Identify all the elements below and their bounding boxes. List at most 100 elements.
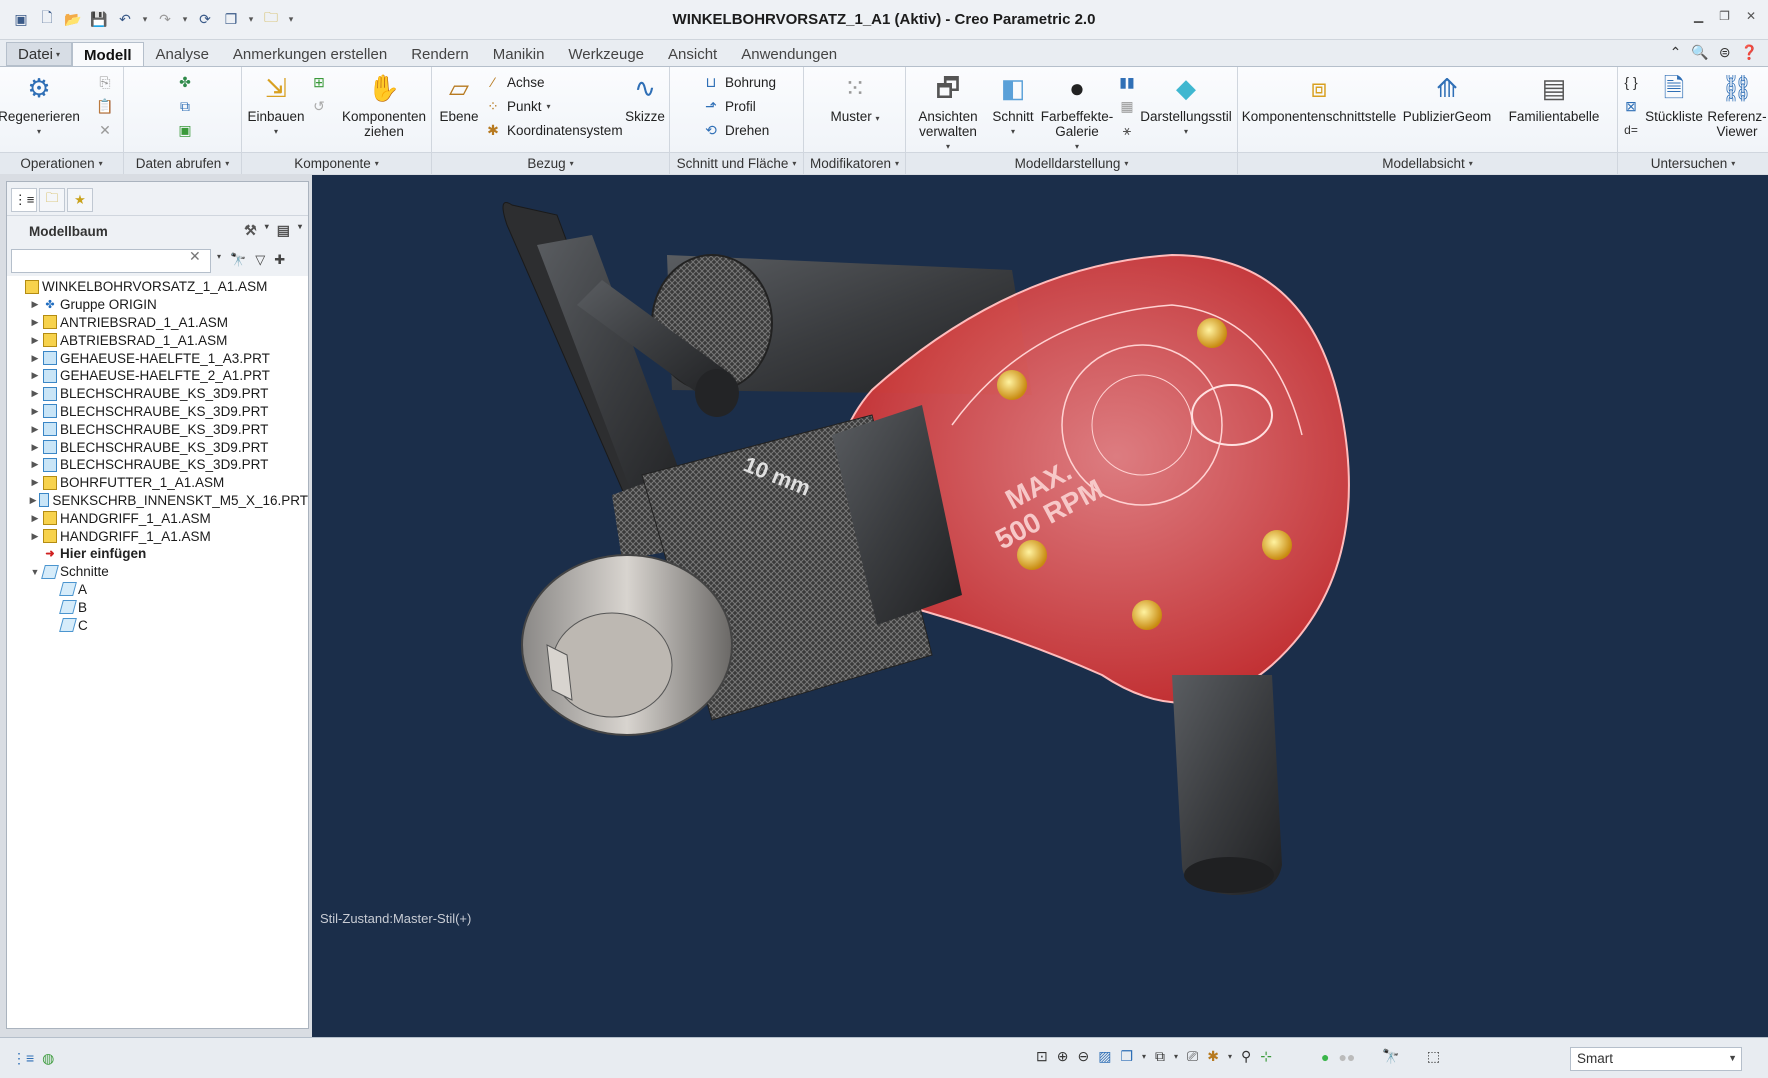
expand-icon[interactable]: ▶ <box>29 513 41 524</box>
modelldarstellung-footer[interactable]: Modelldarstellung ▾ <box>906 152 1237 174</box>
untersuchen-footer[interactable]: Untersuchen ▾ <box>1618 152 1768 174</box>
stueckliste-button[interactable]: 🗎 Stückliste <box>1644 71 1704 125</box>
expand-icon[interactable]: ▶ <box>29 335 41 346</box>
zoom-in-icon[interactable]: ⊕ <box>1057 1048 1069 1065</box>
close-icon[interactable]: ✕ <box>1746 9 1756 23</box>
tab-modell[interactable]: Modell <box>72 42 144 68</box>
paste-button[interactable]: 📋 <box>96 97 114 115</box>
filter-icon[interactable]: ▽ <box>255 252 265 268</box>
tab-manikin[interactable]: Manikin <box>481 42 557 66</box>
bohrung-button[interactable]: ⊔ Bohrung <box>702 73 777 91</box>
profil-button[interactable]: ⬏ Profil <box>702 97 756 115</box>
tree-item[interactable]: ▶ ANTRIEBSRAD_1_A1.ASM <box>7 314 308 332</box>
chevron-down-icon[interactable]: ▾ <box>1228 1052 1232 1061</box>
chevron-down-icon[interactable]: ▾ <box>1174 1052 1178 1061</box>
publiziergeom-button[interactable]: ⟰ PublizierGeom <box>1402 71 1492 125</box>
tree-item[interactable]: ▼ Schnitte <box>7 563 308 581</box>
expand-icon[interactable]: ▶ <box>29 459 41 470</box>
parameters-button[interactable]: ⊠ <box>1622 97 1640 115</box>
find-icon[interactable]: 🔭 <box>1382 1048 1399 1065</box>
display-icon-2-button[interactable]: ▦ <box>1118 97 1136 115</box>
display-style-icon[interactable]: ❒ <box>1120 1048 1133 1065</box>
create-component-button[interactable]: ⊞ <box>310 73 328 91</box>
expand-icon[interactable]: ▶ <box>29 442 41 453</box>
expand-icon[interactable]: ▶ <box>29 406 41 417</box>
graphics-window[interactable]: MAX. 500 RPM 10 mm Stil-Zustand:Master-S… <box>312 175 1768 1037</box>
expand-icon[interactable]: ▶ <box>29 370 41 381</box>
einbauen-button[interactable]: ⇲ Einbauen ▾ <box>246 71 306 139</box>
tree-item[interactable]: ➜ Hier einfügen <box>7 545 308 563</box>
tree-item[interactable]: A <box>7 581 308 599</box>
tree-item[interactable]: ▶ SENKSCHRB_INNENSKT_M5_X_16.PRT <box>7 492 308 510</box>
toggle-navigator-icon[interactable]: ⋮≡ <box>12 1050 34 1067</box>
tree-item[interactable]: B <box>7 598 308 616</box>
add-icon[interactable]: ✚ <box>274 252 285 268</box>
drehen-button[interactable]: ⟲ Drehen <box>702 121 769 139</box>
show-icon[interactable]: ▤ <box>277 222 290 239</box>
copy-button[interactable]: ⎘ <box>96 73 114 91</box>
chevron-down-icon[interactable]: ▾ <box>298 222 302 239</box>
repeat-button[interactable]: ↺ <box>310 97 328 115</box>
tree-item[interactable]: ▶ ✤ Gruppe ORIGIN <box>7 296 308 314</box>
schnitt-und-flaeche-footer[interactable]: Schnitt und Fläche ▾ <box>670 152 803 174</box>
favorites-tab-icon[interactable]: ★ <box>67 188 93 212</box>
chevron-down-icon[interactable]: ▾ <box>1142 1052 1146 1061</box>
chevron-down-icon[interactable]: ▾ <box>217 252 221 268</box>
komponenten-ziehen-button[interactable]: ✋ Komponenten ziehen <box>338 71 430 140</box>
tab-anwendungen[interactable]: Anwendungen <box>729 42 849 66</box>
komponente-footer[interactable]: Komponente ▾ <box>242 152 431 174</box>
minimize-icon[interactable]: ▁ <box>1694 9 1703 23</box>
achse-button[interactable]: ⁄ Achse <box>484 73 545 91</box>
delete-button[interactable]: ✕ <box>96 121 114 139</box>
clear-search-icon[interactable]: ✕ <box>189 248 201 265</box>
tab-ansicht[interactable]: Ansicht <box>656 42 729 66</box>
binoculars-icon[interactable]: 🔭 <box>230 252 246 268</box>
selection-filter-select[interactable]: Smart ▼ <box>1570 1047 1742 1071</box>
zoom-out-icon[interactable]: ⊖ <box>1077 1048 1089 1065</box>
tab-werkzeuge[interactable]: Werkzeuge <box>556 42 656 66</box>
model-canvas[interactable]: MAX. 500 RPM 10 mm <box>312 175 1768 1037</box>
modifikatoren-footer[interactable]: Modifikatoren ▾ <box>804 152 905 174</box>
toggle-browser-icon[interactable]: ◍ <box>42 1050 54 1067</box>
model-tree-tab-icon[interactable]: ⋮≡ <box>11 188 37 212</box>
community-icon[interactable]: ⊜ <box>1719 44 1731 61</box>
selection-box-icon[interactable]: ⬚ <box>1427 1048 1440 1065</box>
ansichten-verwalten-button[interactable]: 🗗 Ansichten verwalten ▾ <box>910 71 986 154</box>
folder-browser-tab-icon[interactable]: 🗀 <box>39 188 65 212</box>
collapse-ribbon-icon[interactable]: ⌃ <box>1670 44 1682 61</box>
relations-button[interactable]: { } <box>1622 73 1640 91</box>
expand-icon[interactable]: ▶ <box>29 317 41 328</box>
copy-geometry-button[interactable]: ▣ <box>176 121 194 139</box>
expand-icon[interactable]: ▶ <box>29 299 41 310</box>
skizze-button[interactable]: ∿ Skizze <box>622 71 668 125</box>
tree-settings-icon[interactable]: ⚒ <box>244 222 257 239</box>
tree-item[interactable]: ▶ HANDGRIFF_1_A1.ASM <box>7 527 308 545</box>
search-icon[interactable]: 🔍 <box>1691 44 1708 61</box>
restore-icon[interactable]: ❐ <box>1719 9 1730 23</box>
schnitt-button[interactable]: ◧ Schnitt ▾ <box>988 71 1038 139</box>
tree-item[interactable]: ▶ BLECHSCHRAUBE_KS_3D9.PRT <box>7 403 308 421</box>
tree-item[interactable]: ▶ GEHAEUSE-HAELFTE_2_A1.PRT <box>7 367 308 385</box>
tree-item[interactable]: C <box>7 616 308 634</box>
saved-views-icon[interactable]: ⧉ <box>1155 1048 1165 1065</box>
tree-item[interactable]: ▶ BLECHSCHRAUBE_KS_3D9.PRT <box>7 385 308 403</box>
tree-item[interactable]: ▶ GEHAEUSE-HAELFTE_1_A3.PRT <box>7 349 308 367</box>
perspective-button[interactable]: ⚹ <box>1118 121 1136 139</box>
tab-anmerkungen-erstellen[interactable]: Anmerkungen erstellen <box>221 42 399 66</box>
expand-icon[interactable]: ▶ <box>29 353 41 364</box>
tab-analyse[interactable]: Analyse <box>144 42 221 66</box>
refit-icon[interactable]: ⊡ <box>1036 1048 1048 1065</box>
expand-icon[interactable]: ▶ <box>29 477 41 488</box>
koordinatensystem-button[interactable]: ✱ Koordinatensystem <box>484 121 622 139</box>
help-icon[interactable]: ❓ <box>1741 44 1758 61</box>
datum-display-icon[interactable]: ✱ <box>1207 1048 1219 1065</box>
tree-item[interactable]: ▶ BOHRFUTTER_1_A1.ASM <box>7 474 308 492</box>
expand-icon[interactable]: ▶ <box>29 495 37 506</box>
tab-rendern[interactable]: Rendern <box>399 42 481 66</box>
modellabsicht-footer[interactable]: Modellabsicht ▾ <box>1238 152 1617 174</box>
display-icon-1-button[interactable]: ▮▮ <box>1118 73 1136 91</box>
farbeffekte-galerie-button[interactable]: ● Farbeffekte-Galerie ▾ <box>1040 71 1114 154</box>
dimensions-button[interactable]: d= <box>1622 121 1640 139</box>
annotation-display-icon[interactable]: ⚲ <box>1241 1048 1251 1065</box>
tree-item[interactable]: ▶ BLECHSCHRAUBE_KS_3D9.PRT <box>7 420 308 438</box>
